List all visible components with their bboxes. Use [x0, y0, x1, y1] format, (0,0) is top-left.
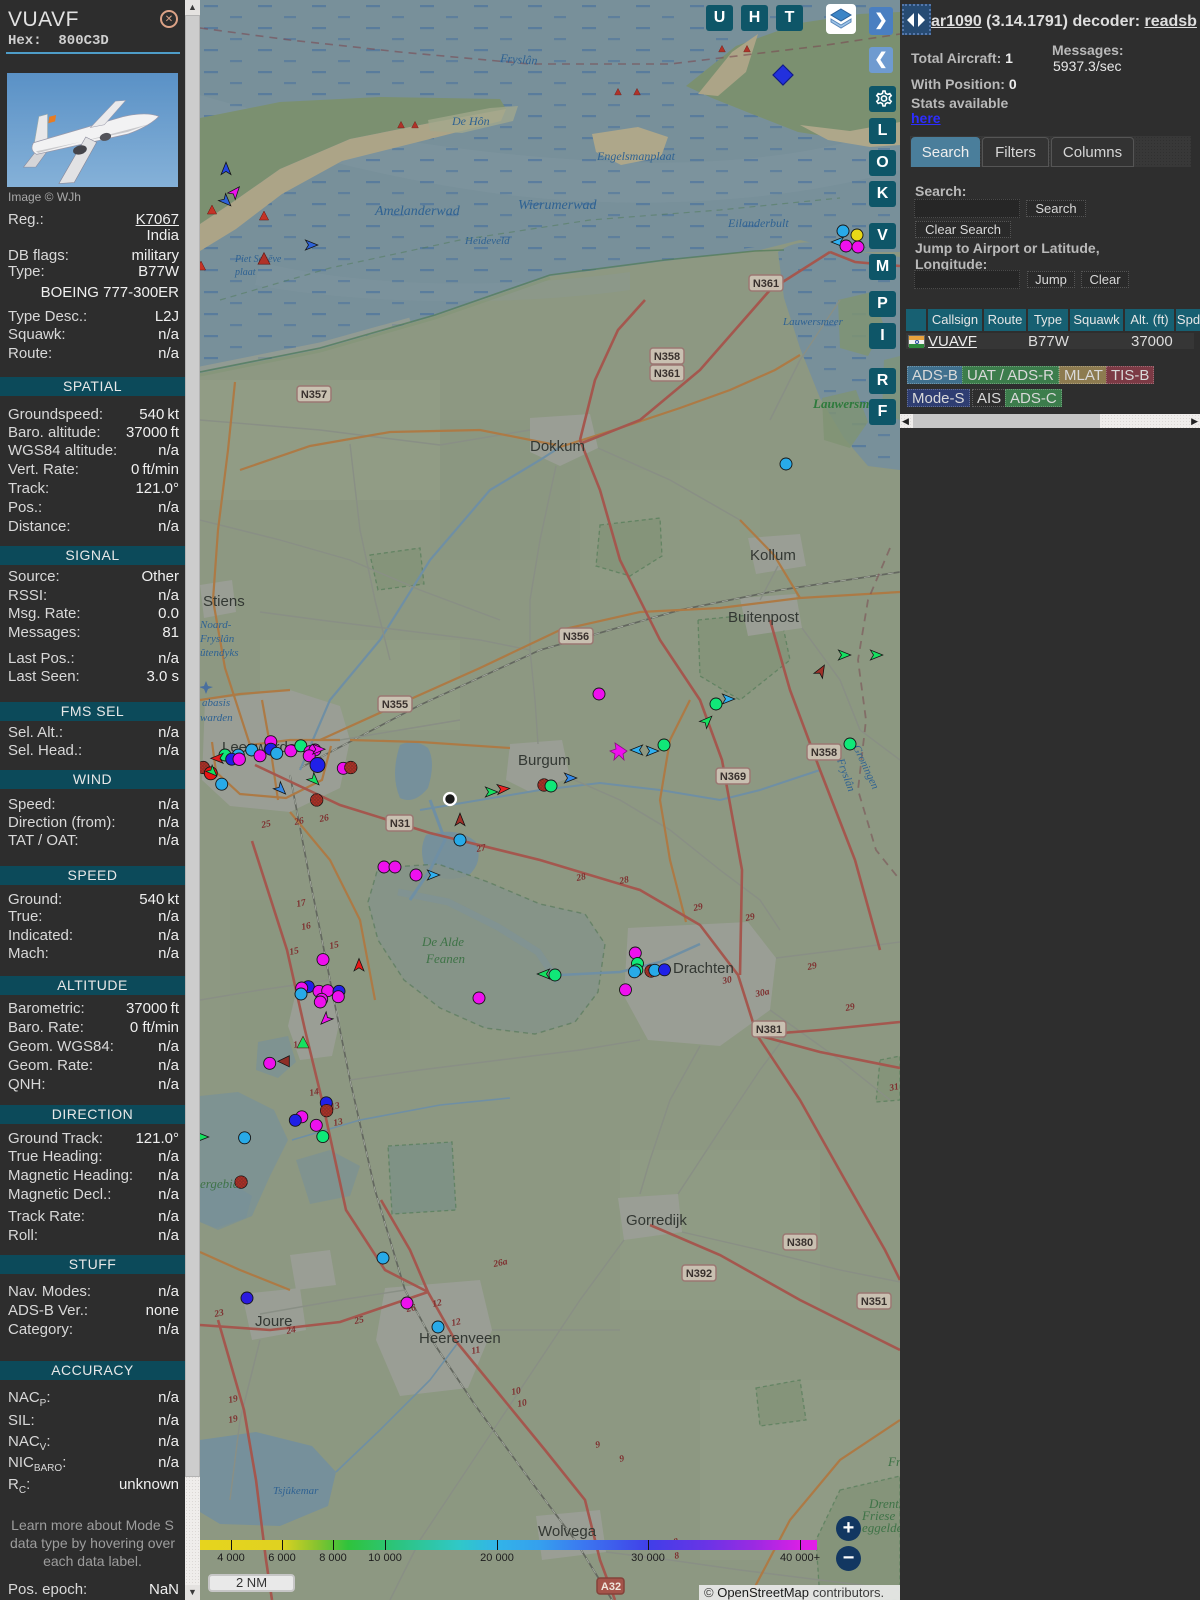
svg-text:ûtendyks: ûtendyks — [200, 647, 238, 659]
svg-text:Eilanderbult: Eilanderbult — [727, 216, 789, 230]
svg-text:N369: N369 — [720, 771, 746, 783]
svg-text:A32: A32 — [601, 1581, 621, 1593]
svg-text:N361: N361 — [654, 368, 680, 380]
svg-text:N355: N355 — [382, 699, 408, 711]
svg-text:Lauwersmeer: Lauwersmeer — [782, 316, 844, 328]
svg-text:Burgum: Burgum — [518, 752, 571, 769]
svg-text:N356: N356 — [563, 631, 589, 643]
svg-text:Fryslân: Fryslân — [200, 633, 235, 645]
svg-text:N31: N31 — [390, 818, 410, 830]
svg-text:N357: N357 — [301, 389, 327, 401]
svg-text:Dokkum: Dokkum — [530, 438, 585, 455]
svg-text:Wierumerwad: Wierumerwad — [518, 198, 598, 213]
svg-text:N380: N380 — [787, 1237, 813, 1249]
svg-text:plaat: plaat — [234, 267, 256, 278]
svg-text:N361: N361 — [753, 278, 779, 290]
svg-text:Gorredijk: Gorredijk — [626, 1212, 687, 1229]
svg-text:Heerenveen: Heerenveen — [419, 1330, 501, 1347]
svg-text:eggelder: eggelder — [862, 1520, 900, 1535]
svg-text:N381: N381 — [756, 1024, 782, 1036]
svg-text:N392: N392 — [686, 1268, 712, 1280]
svg-text:Kollum: Kollum — [750, 547, 796, 564]
svg-text:Engelsmanplaat: Engelsmanplaat — [596, 149, 676, 163]
svg-text:Stiens: Stiens — [203, 593, 245, 610]
svg-text:Amelanderwad: Amelanderwad — [374, 204, 461, 219]
svg-text:Joure: Joure — [255, 1313, 293, 1330]
svg-text:Drachten: Drachten — [673, 960, 734, 977]
svg-text:Fri: Fri — [887, 1454, 900, 1469]
svg-text:Heideveld: Heideveld — [464, 235, 510, 247]
svg-text:Piet Schēve: Piet Schēve — [234, 254, 282, 265]
svg-text:N358: N358 — [654, 351, 680, 363]
svg-text:Wolvega: Wolvega — [538, 1523, 597, 1540]
svg-text:Buitenpost: Buitenpost — [728, 609, 800, 626]
svg-text:warden: warden — [200, 712, 233, 724]
svg-text:31: 31 — [888, 1082, 900, 1094]
svg-text:Feanen: Feanen — [425, 951, 465, 966]
svg-text:abasis: abasis — [202, 697, 230, 709]
svg-text:N358: N358 — [811, 747, 837, 759]
svg-text:Fryslân: Fryslân — [499, 51, 538, 68]
svg-text:De Hôn: De Hôn — [451, 114, 490, 128]
svg-text:De Alde: De Alde — [421, 934, 464, 949]
svg-text:Tsjûkemar: Tsjûkemar — [273, 1485, 319, 1497]
svg-text:Lauwersmē: Lauwersmē — [812, 396, 875, 411]
svg-text:Noard-: Noard- — [200, 619, 232, 631]
svg-text:N351: N351 — [861, 1296, 887, 1308]
